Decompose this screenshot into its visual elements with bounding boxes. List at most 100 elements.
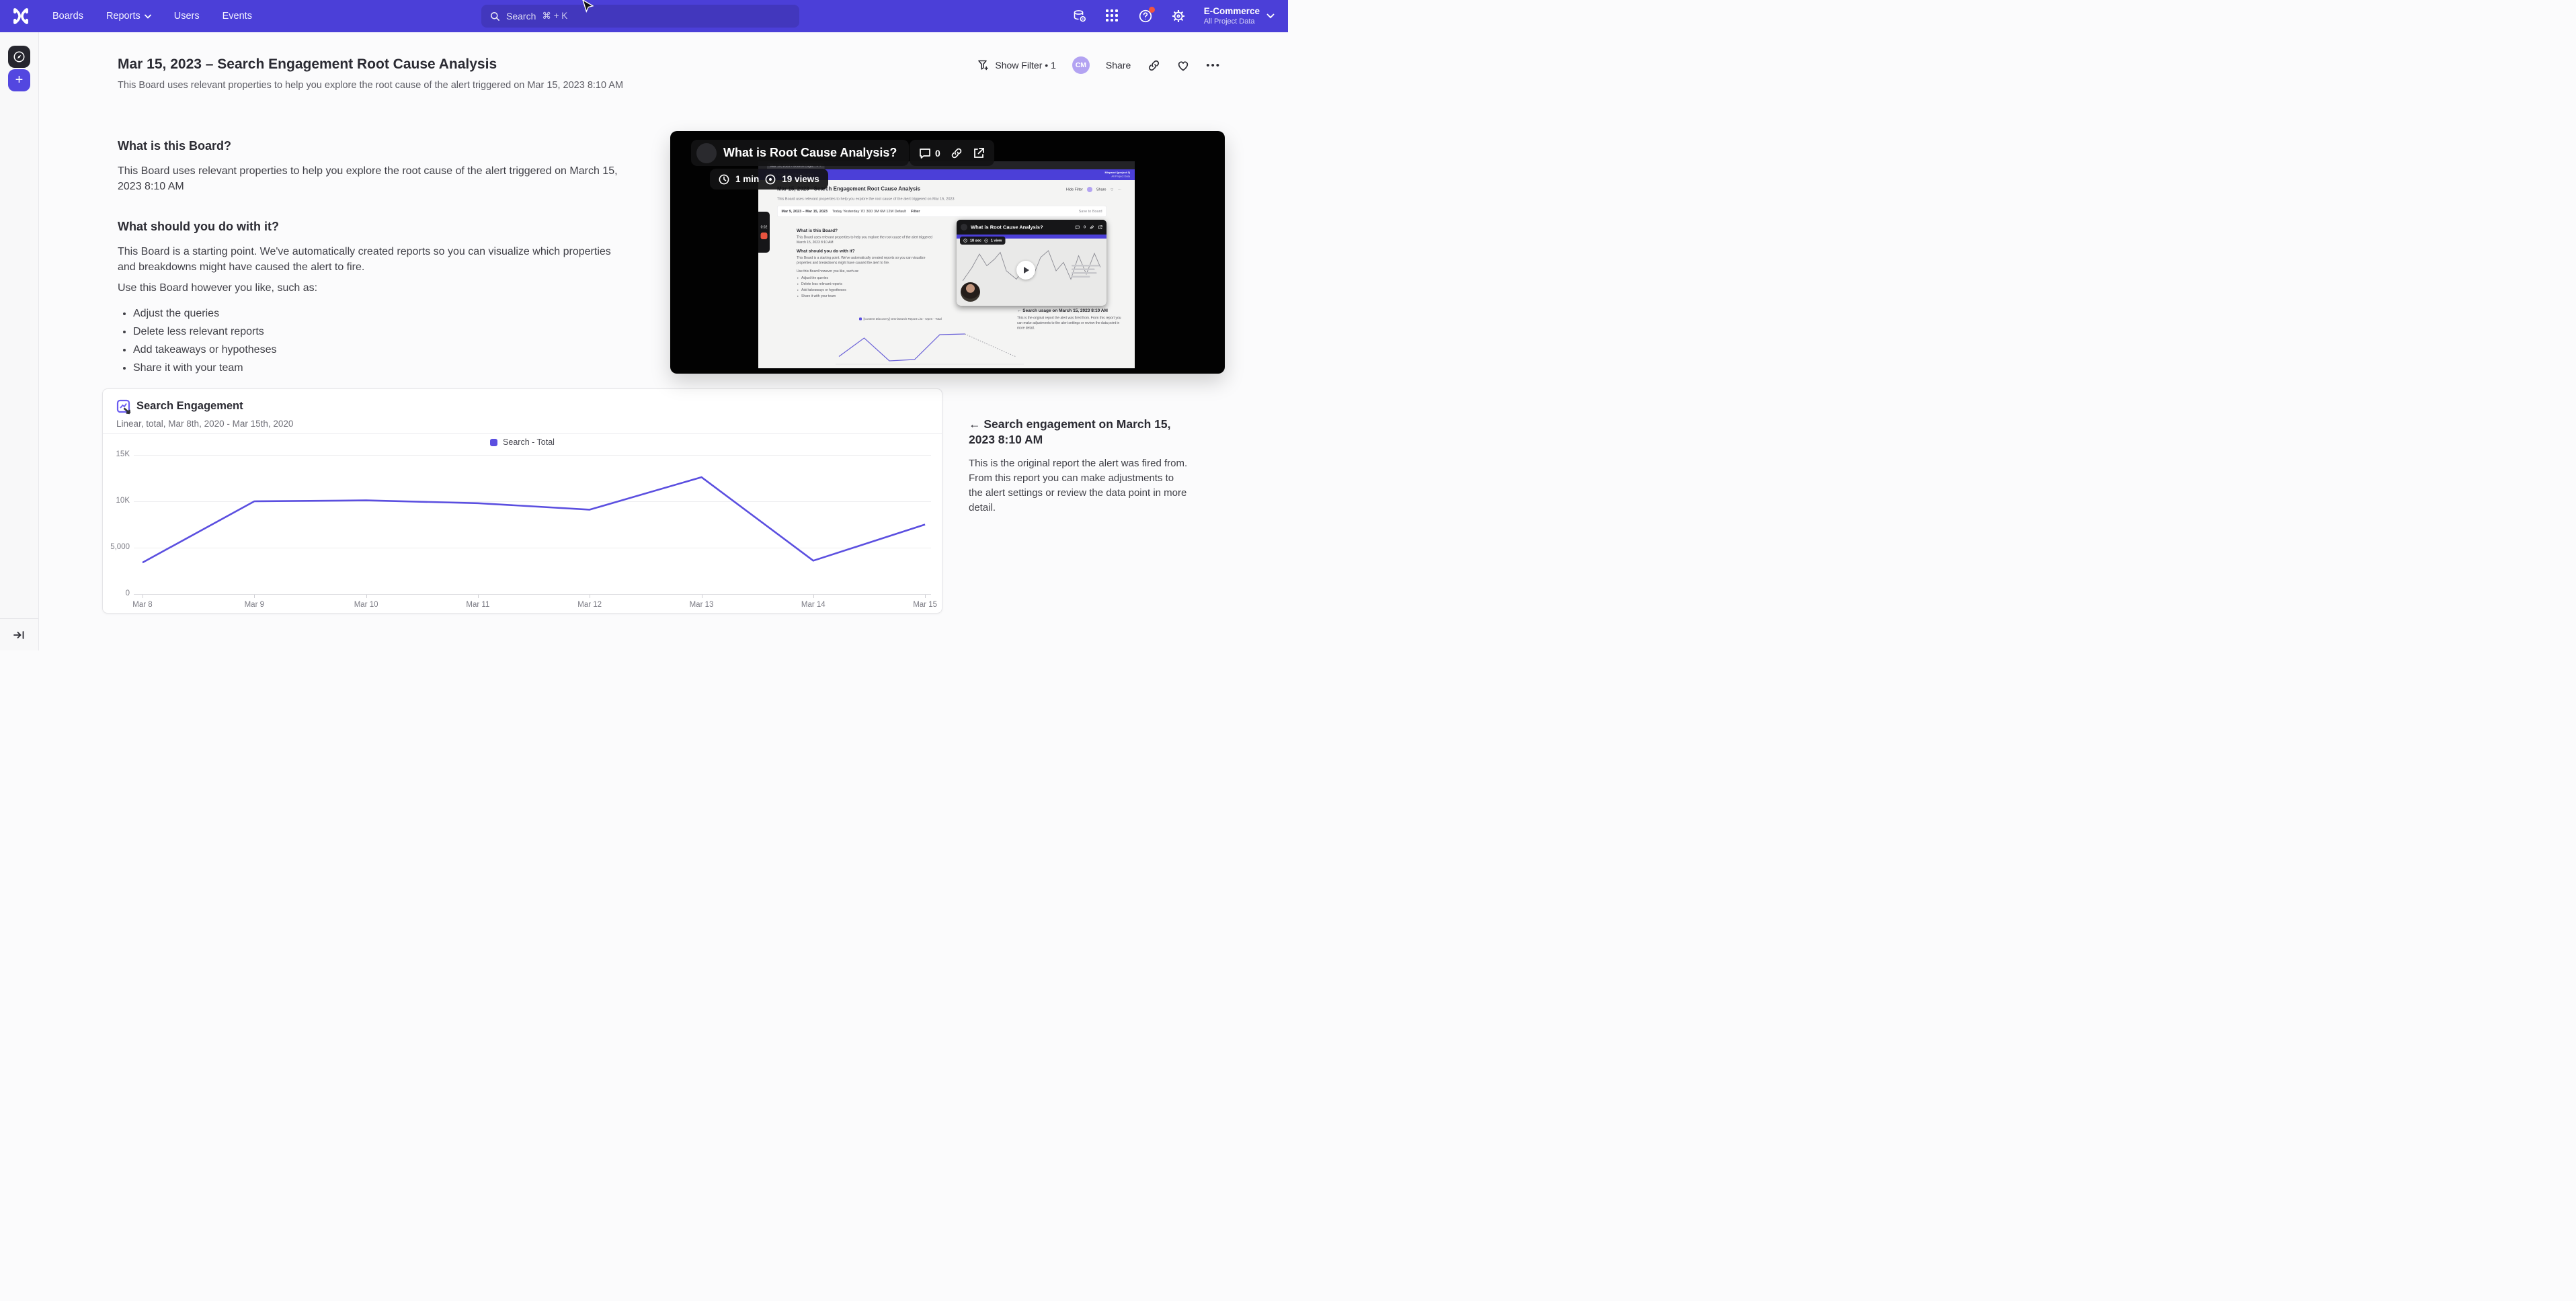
report-icon bbox=[116, 399, 132, 415]
link-icon bbox=[1148, 59, 1160, 72]
usage-bullet-list: Adjust the queries Delete less relevant … bbox=[118, 304, 276, 377]
mixpanel-board-page: Boards Reports Users Events Search ⌘ + K bbox=[0, 0, 1288, 650]
filter-icon bbox=[977, 59, 990, 71]
expand-sidebar-icon bbox=[13, 630, 25, 640]
series-line-search-total bbox=[143, 477, 925, 562]
mini-line-chart bbox=[836, 325, 1024, 366]
page-subtitle: This Board uses relevant properties to h… bbox=[118, 80, 623, 91]
open-external-icon bbox=[1098, 225, 1103, 230]
nav-item-reports[interactable]: Reports bbox=[106, 11, 151, 22]
search-shortcut: ⌘ + K bbox=[542, 11, 567, 22]
left-rail: + bbox=[0, 32, 39, 650]
heart-icon bbox=[1176, 59, 1190, 72]
report-title: Search Engagement bbox=[136, 400, 243, 413]
open-video-external-button[interactable] bbox=[973, 147, 985, 159]
nested-video-meta: 18 sec 1 view bbox=[960, 237, 1005, 245]
mini-board-subtitle: This Board uses relevant properties to h… bbox=[777, 197, 955, 201]
section-paragraph: Use this Board however you like, such as… bbox=[118, 280, 618, 296]
expand-sidebar-button[interactable] bbox=[0, 618, 38, 650]
video-embed[interactable]: Mar 15, 2023 - Search Enga... × + Boards… bbox=[670, 131, 1225, 374]
project-scope: All Project Data bbox=[1204, 17, 1260, 26]
project-name: E-Commerce bbox=[1204, 6, 1260, 17]
share-button[interactable]: Share bbox=[1106, 60, 1131, 71]
alert-side-note: ← Search engagement on March 15, 2023 8:… bbox=[969, 417, 1191, 515]
nested-text-lines bbox=[1072, 265, 1102, 280]
notification-dot bbox=[1149, 7, 1155, 13]
presenter-avatar-thumb bbox=[696, 143, 717, 163]
x-axis-tick-label: Mar 14 bbox=[790, 601, 837, 609]
list-item: Share it with your team bbox=[133, 359, 276, 377]
copy-video-link-button[interactable] bbox=[951, 147, 963, 159]
settings-gear-icon[interactable] bbox=[1171, 9, 1186, 24]
nav-item-events[interactable]: Events bbox=[223, 11, 252, 22]
nav-item-boards[interactable]: Boards bbox=[52, 11, 83, 22]
board-toolbar: Show Filter • 1 CM Share ••• bbox=[977, 55, 1221, 75]
list-item: Delete less relevant reports bbox=[133, 323, 276, 341]
side-note-title: ← Search engagement on March 15, 2023 8:… bbox=[969, 417, 1191, 448]
section-heading-what-should: What should you do with it? bbox=[118, 220, 279, 234]
gridline bbox=[134, 501, 931, 502]
apps-grid-icon[interactable] bbox=[1105, 9, 1120, 24]
x-axis-tick bbox=[925, 595, 926, 598]
more-options-button[interactable]: ••• bbox=[1206, 60, 1221, 71]
mini-intro-text: What is this Board? This Board uses rele… bbox=[797, 228, 938, 300]
x-axis-tick-label: Mar 15 bbox=[901, 601, 949, 609]
views-icon bbox=[984, 239, 988, 243]
link-icon bbox=[951, 147, 963, 159]
section-paragraph: This Board uses relevant properties to h… bbox=[118, 163, 618, 194]
avatar[interactable]: CM bbox=[1072, 56, 1090, 74]
data-management-icon[interactable] bbox=[1072, 9, 1087, 24]
mini-side-note: ← Search usage on March 15, 2023 8:10 AM… bbox=[1017, 308, 1121, 331]
x-axis-tick-label: Mar 12 bbox=[566, 601, 613, 609]
mini-date-controls: Mar 9, 2023 – Mar 15, 2023 Today Yesterd… bbox=[777, 206, 1106, 217]
filter-count: 1 bbox=[1051, 60, 1056, 71]
copy-link-button[interactable] bbox=[1147, 58, 1160, 72]
report-card-search-engagement[interactable]: Search Engagement Linear, total, Mar 8th… bbox=[102, 388, 942, 614]
x-axis-tick-label: Mar 13 bbox=[678, 601, 725, 609]
y-axis-tick-label: 0 bbox=[106, 589, 130, 597]
plus-icon: + bbox=[15, 73, 24, 88]
open-external-icon bbox=[973, 147, 985, 159]
show-filter-button[interactable]: Show Filter • 1 bbox=[977, 59, 1056, 71]
page-title: Mar 15, 2023 – Search Engagement Root Ca… bbox=[118, 56, 497, 73]
chevron-down-icon bbox=[1266, 13, 1275, 19]
chart-legend: Search - Total bbox=[103, 437, 942, 447]
mixpanel-logo[interactable] bbox=[12, 7, 30, 25]
comment-icon bbox=[1075, 225, 1080, 230]
compass-icon bbox=[13, 50, 26, 63]
legend-label: Search - Total bbox=[503, 437, 555, 447]
x-axis-tick-label: Mar 11 bbox=[454, 601, 501, 609]
list-item: Add takeaways or hypotheses bbox=[133, 341, 276, 359]
chevron-down-icon bbox=[145, 14, 151, 19]
nested-play-button bbox=[1016, 261, 1035, 280]
project-switcher[interactable]: E-Commerce All Project Data bbox=[1204, 6, 1275, 26]
discovery-compass-button[interactable] bbox=[8, 46, 30, 68]
list-item: Adjust the queries bbox=[133, 304, 276, 323]
add-board-button[interactable]: + bbox=[8, 69, 30, 91]
video-action-bar: 0 bbox=[910, 140, 994, 166]
gridline bbox=[134, 455, 931, 456]
search-placeholder: Search bbox=[506, 11, 536, 22]
clock-icon bbox=[719, 174, 729, 185]
x-axis-tick bbox=[478, 595, 479, 598]
comments-button[interactable]: 0 bbox=[919, 147, 940, 159]
video-title-bar: What is Root Cause Analysis? bbox=[691, 140, 909, 166]
views-icon bbox=[765, 174, 776, 185]
mouse-cursor bbox=[582, 0, 594, 15]
favorite-button[interactable] bbox=[1176, 58, 1190, 72]
link-icon bbox=[1090, 225, 1094, 230]
report-subtitle: Linear, total, Mar 8th, 2020 - Mar 15th,… bbox=[116, 419, 293, 429]
search-input[interactable]: Search ⌘ + K bbox=[481, 5, 799, 28]
help-icon[interactable] bbox=[1138, 9, 1153, 24]
x-axis-tick bbox=[813, 595, 814, 598]
legend-swatch bbox=[490, 439, 497, 446]
comment-icon bbox=[919, 147, 931, 159]
x-axis-tick-label: Mar 8 bbox=[119, 601, 166, 609]
y-axis-tick-label: 5,000 bbox=[106, 543, 130, 551]
clock-icon bbox=[963, 239, 967, 243]
nested-presenter-bubble bbox=[961, 282, 980, 302]
record-button bbox=[761, 233, 768, 239]
nav-item-users[interactable]: Users bbox=[174, 11, 200, 22]
section-paragraph: This Board is a starting point. We've au… bbox=[118, 244, 623, 275]
section-heading-what-is: What is this Board? bbox=[118, 139, 231, 153]
